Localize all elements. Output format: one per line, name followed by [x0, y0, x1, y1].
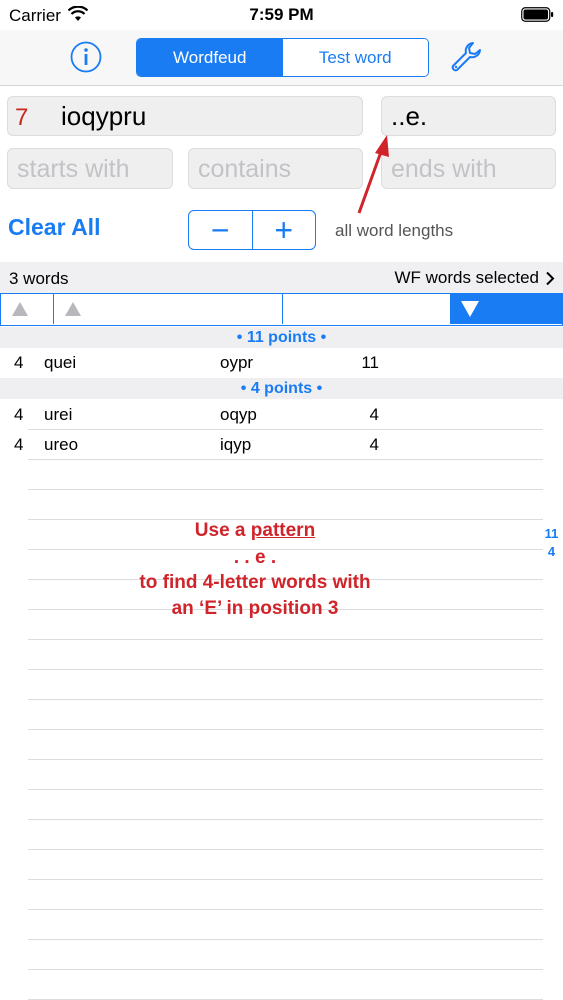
clear-all-button[interactable]: Clear All: [8, 214, 100, 241]
word-points: 4: [369, 405, 379, 424]
dictionary-label: WF words selected: [394, 268, 539, 287]
sort-by-points-button[interactable]: [451, 294, 562, 324]
status-time: 7:59 PM: [249, 5, 314, 24]
status-bar: Carrier 7:59 PM: [0, 0, 563, 30]
group-header-11-points: • 11 points •: [0, 327, 563, 348]
row-divider: [28, 459, 543, 460]
word-count: 3 words: [9, 269, 69, 288]
table-row[interactable]: 4 ureo iqyp 4: [0, 430, 563, 459]
sort-by-word-button[interactable]: [54, 294, 283, 324]
row-divider: [28, 639, 543, 640]
section-index-11[interactable]: 11: [540, 526, 563, 541]
sort-by-remaining-button[interactable]: [283, 294, 451, 324]
row-divider: [28, 489, 543, 490]
word-points: 11: [361, 353, 379, 372]
ends-with-placeholder: ends with: [391, 155, 497, 183]
row-divider: [28, 729, 543, 730]
segment-wordfeud[interactable]: Wordfeud: [137, 39, 283, 76]
table-row[interactable]: 4 urei oqyp 4: [0, 400, 563, 429]
sort-down-icon: [461, 301, 479, 317]
decrease-length-button[interactable]: −: [189, 211, 253, 249]
row-divider: [28, 819, 543, 820]
info-icon[interactable]: [70, 41, 102, 73]
row-divider: [28, 789, 543, 790]
annotation-prefix: Use a: [194, 520, 251, 541]
row-divider: [28, 669, 543, 670]
word-lengths-label: all word lengths: [335, 221, 454, 240]
annotation-pattern-link: pattern: [250, 520, 316, 541]
word-points: 4: [369, 435, 379, 454]
sort-up-icon: [12, 302, 28, 316]
row-divider: [28, 969, 543, 970]
starts-with-placeholder: starts with: [17, 155, 130, 183]
row-divider: [28, 879, 543, 880]
mode-segmented-control: Wordfeud Test word: [136, 38, 429, 77]
toolbar: Wordfeud Test word: [0, 30, 563, 86]
contains-placeholder: contains: [198, 155, 292, 183]
annotation-line-3: to find 4-letter words with: [139, 572, 371, 593]
row-divider: [28, 939, 543, 940]
row-divider: [28, 909, 543, 910]
section-index-4[interactable]: 4: [540, 544, 563, 559]
annotation-line-2: . . e .: [233, 547, 277, 568]
table-row[interactable]: 4 quei oypr 11: [0, 348, 563, 377]
pattern-value: ..e.: [391, 101, 428, 131]
wrench-icon[interactable]: [449, 40, 483, 74]
arrow-annotation-icon: [357, 135, 389, 214]
dictionary-selector[interactable]: WF words selected: [394, 268, 555, 288]
chevron-right-icon: [546, 271, 555, 285]
contains-field[interactable]: contains: [188, 148, 363, 189]
rack-field[interactable]: 7 ioqypru: [7, 96, 363, 136]
sort-bar: [0, 293, 563, 326]
row-divider: [28, 849, 543, 850]
increase-length-button[interactable]: +: [253, 211, 316, 249]
summary-bar: 3 words WF words selected: [0, 262, 563, 293]
row-divider: [28, 759, 543, 760]
starts-with-field[interactable]: starts with: [7, 148, 173, 189]
rack-letter-count: 7: [15, 104, 29, 131]
sort-by-length-button[interactable]: [1, 294, 54, 324]
sort-up-icon: [65, 302, 81, 316]
annotation-line-4: an ‘E’ in position 3: [171, 598, 339, 619]
segment-test-word[interactable]: Test word: [282, 39, 428, 76]
annotation-line-1: Use a pattern: [80, 520, 430, 542]
pattern-field[interactable]: ..e.: [381, 96, 556, 136]
ends-with-field[interactable]: ends with: [381, 148, 556, 189]
row-divider: [28, 699, 543, 700]
group-header-4-points: • 4 points •: [0, 378, 563, 399]
word-length-stepper: − +: [188, 210, 316, 250]
rack-letters: ioqypru: [61, 101, 147, 131]
battery-icon: [521, 7, 554, 22]
